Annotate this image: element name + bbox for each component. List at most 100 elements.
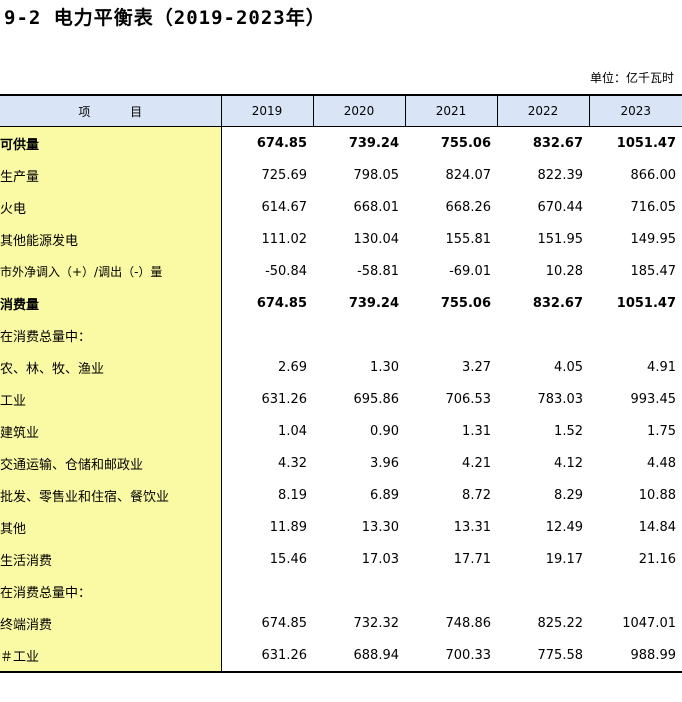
electricity-balance-table: 项 目 2019 2020 2021 2022 2023 可供量 674.85 73… [0,94,682,673]
cell-value: 668.01 [353,199,400,215]
cell-value: 8.72 [462,487,491,503]
page-title: 9-2 电力平衡表（2019-2023年） [4,7,326,29]
unit-label: 单位：亿千瓦时 [589,71,674,85]
cell-value: 1051.47 [616,295,676,311]
cell-value: 832.67 [532,295,583,311]
cell-value: 614.67 [261,199,308,215]
cell-value: 8.29 [554,487,583,503]
cell-value: 688.94 [313,639,405,673]
cell-value: 631.26 [221,639,313,673]
cell-value: 19.17 [545,551,583,567]
cell-value: 151.95 [537,231,584,247]
cell-value: 674.85 [256,295,307,311]
row-label: 工业 [0,383,222,415]
cell-value: 668.26 [445,199,492,215]
cell-value: 755.06 [440,135,491,151]
table-row: 其他 11.89 13.30 13.31 12.49 14.84 [0,511,682,543]
table-row: 工业 631.26 695.86 706.53 783.03 993.45 [0,383,682,415]
cell-value: 739.24 [348,295,399,311]
column-header-year: 2021 [404,94,497,127]
cell-value: 993.45 [630,391,677,407]
cell-value: 11.89 [269,519,307,535]
column-header-year: 2019 [220,94,313,127]
table-row: 生活消费 15.46 17.03 17.71 19.17 21.16 [0,543,682,575]
table-row: 其他能源发电 111.02 130.04 155.81 151.95 149.95 [0,223,682,255]
cell-value: 13.30 [361,519,399,535]
cell-value: 21.16 [638,551,676,567]
cell-value: 12.49 [545,519,583,535]
column-header-year: 2020 [312,94,405,127]
cell-value: 0.90 [370,423,399,439]
cell-value: 1051.47 [616,135,676,151]
cell-value: 10.28 [545,263,583,279]
cell-value: 783.03 [537,391,584,407]
cell-value: -58.81 [357,263,399,279]
row-label: 农、林、牧、渔业 [0,351,222,383]
cell-value: 185.47 [630,263,677,279]
column-header-year: 2022 [496,94,589,127]
cell-value [589,575,682,607]
table-row: 终端消费 674.85 732.32 748.86 825.22 1047.01 [0,607,682,639]
row-label: 终端消费 [0,607,222,639]
row-label: 交通运输、仓储和邮政业 [0,447,222,479]
table-row: 消费量 674.85 739.24 755.06 832.67 1051.47 [0,287,682,319]
cell-value: 739.24 [348,135,399,151]
cell-value: 725.69 [261,167,308,183]
cell-value: 706.53 [445,391,492,407]
cell-value: 824.07 [445,167,492,183]
cell-value: 17.03 [361,551,399,567]
cell-value: 4.05 [554,359,583,375]
row-label: 在消费总量中： [0,319,222,351]
row-label: 生活消费 [0,543,222,575]
cell-value: 4.32 [278,455,307,471]
cell-value: -50.84 [265,263,307,279]
cell-value [221,575,313,607]
table-row: 在消费总量中： [0,319,682,351]
row-label: 消费量 [0,287,222,319]
table-body: 可供量 674.85 739.24 755.06 832.67 1051.47 生产量 725… [0,126,682,673]
cell-value: 755.06 [440,295,491,311]
cell-value: 1.30 [370,359,399,375]
cell-value: 700.33 [405,639,497,673]
cell-value: 3.27 [462,359,491,375]
cell-value: 775.58 [497,639,589,673]
cell-value: 4.91 [647,359,676,375]
cell-value: 130.04 [353,231,400,247]
cell-value: 631.26 [261,391,308,407]
cell-value: 670.44 [537,199,584,215]
cell-value: 988.99 [589,639,682,673]
cell-value: 732.32 [353,615,400,631]
cell-value: 8.19 [278,487,307,503]
cell-value [313,575,405,607]
cell-value: 674.85 [261,615,308,631]
row-label: 可供量 [0,126,222,159]
column-header-year: 2023 [588,94,682,127]
cell-value: 1.75 [647,423,676,439]
table-row: 建筑业 1.04 0.90 1.31 1.52 1.75 [0,415,682,447]
table-row: 市外净调入（+）/调出（-）量 -50.84 -58.81 -69.01 10.28 18… [0,255,682,287]
cell-value: 4.21 [462,455,491,471]
cell-value: 155.81 [445,231,492,247]
table-row: 交通运输、仓储和邮政业 4.32 3.96 4.21 4.12 4.48 [0,447,682,479]
row-label: 在消费总量中： [0,575,222,607]
table-row: 批发、零售业和住宿、餐饮业 8.19 6.89 8.72 8.29 10.88 [0,479,682,511]
cell-value: 14.84 [638,519,676,535]
table-header-row: 项 目 2019 2020 2021 2022 2023 [0,94,682,127]
cell-value: 832.67 [532,135,583,151]
cell-value: 1.31 [462,423,491,439]
cell-value: 1.04 [278,423,307,439]
cell-value: 4.48 [647,455,676,471]
row-label: 生产量 [0,159,222,191]
cell-value: 674.85 [256,135,307,151]
row-label: 批发、零售业和住宿、餐饮业 [0,479,222,511]
cell-value: 825.22 [537,615,584,631]
cell-value: 748.86 [445,615,492,631]
cell-value [497,575,589,607]
cell-value: 1047.01 [622,615,676,631]
cell-value: 798.05 [353,167,400,183]
cell-value [221,319,313,351]
column-header-item: 项 目 [0,94,221,127]
table-row: 生产量 725.69 798.05 824.07 822.39 866.00 [0,159,682,191]
cell-value: 111.02 [261,231,308,247]
table-row: 可供量 674.85 739.24 755.06 832.67 1051.47 [0,126,682,159]
